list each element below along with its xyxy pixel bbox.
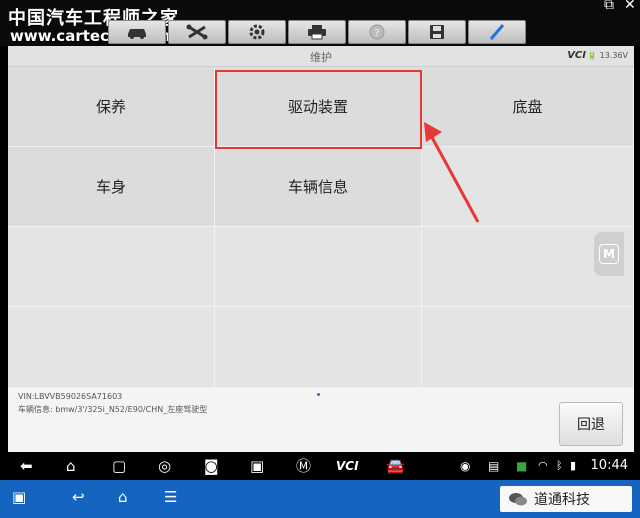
menu-cell-empty bbox=[8, 307, 215, 388]
menu-item-vehicle-info[interactable]: 车辆信息 bbox=[215, 147, 422, 227]
vehicle-info-text: 车辆信息: bmw/3'/325i_N52/E90/CHN_左座驾驶型 bbox=[18, 405, 208, 414]
gear-icon bbox=[249, 24, 265, 40]
camera-icon[interactable]: ◙ bbox=[204, 457, 219, 475]
system-navbar: ⬅ ⌂ ▢ ◎ ◙ ▣ Ⓜ VCI 🚘 ◉ ▤ ■ ◠ ᛒ ▮ 10:44 bbox=[0, 452, 640, 480]
toolbar-print-button[interactable] bbox=[288, 20, 346, 44]
back-button[interactable]: 回退 bbox=[559, 402, 623, 446]
toolbar-car-button[interactable] bbox=[108, 20, 166, 44]
menu-item-label: 保养 bbox=[95, 98, 126, 116]
recent-apps-icon[interactable]: ▢ bbox=[112, 457, 126, 475]
page-indicator-dot bbox=[317, 393, 320, 396]
vci-connected-icon: ■ bbox=[516, 459, 528, 473]
annotation-arrow-icon bbox=[424, 122, 480, 223]
car-icon bbox=[128, 29, 146, 39]
menu-item-body[interactable]: 车身 bbox=[8, 147, 215, 227]
wechat-watermark: 道通科技 bbox=[500, 486, 632, 512]
browser-icon[interactable]: ◎ bbox=[158, 457, 171, 475]
m-icon: M bbox=[599, 244, 619, 264]
close-icon[interactable]: ✕ bbox=[624, 0, 636, 13]
screenshot-icon[interactable]: ▣ bbox=[250, 457, 264, 475]
phone-menu-icon[interactable]: ☰ bbox=[164, 488, 177, 506]
toolbar-wrench-button[interactable] bbox=[168, 20, 226, 44]
home-icon[interactable]: ⌂ bbox=[66, 457, 76, 475]
toolbar-help-button[interactable]: ? bbox=[348, 20, 406, 44]
toolbar-settings-button[interactable] bbox=[228, 20, 286, 44]
save-icon bbox=[430, 25, 444, 39]
menu-grid: 保养 驱动装置 底盘 车身 车辆信息 bbox=[8, 67, 634, 388]
menu-cell-empty bbox=[215, 307, 422, 388]
toolbar-save-button[interactable] bbox=[408, 20, 466, 44]
back-arrow-icon[interactable]: ⬅ bbox=[20, 457, 33, 475]
phone-home-icon[interactable]: ⌂ bbox=[118, 488, 128, 506]
menu-item-label: 车身 bbox=[95, 178, 126, 196]
app-screen: 维护 VCI 🔋 13.36V 保养 驱动装置 底盘 车身 车辆信息 VIN:L… bbox=[8, 46, 634, 464]
toolbar-pen-button[interactable] bbox=[468, 20, 526, 44]
menu-item-label: 底盘 bbox=[512, 98, 543, 116]
menu-item-drivetrain[interactable]: 驱动装置 bbox=[215, 67, 422, 147]
menu-item-label: 车辆信息 bbox=[287, 178, 348, 196]
printer-icon bbox=[308, 25, 326, 40]
restore-icon[interactable]: ⧉ bbox=[604, 0, 614, 13]
svg-text:?: ? bbox=[374, 28, 379, 39]
cast-icon: ▤ bbox=[488, 459, 500, 473]
floating-m-button[interactable]: M bbox=[594, 232, 624, 276]
app-icon[interactable]: ▣ bbox=[12, 488, 26, 506]
vci-status-icon: VCI bbox=[567, 50, 586, 61]
window-controls: ⧉ ✕ bbox=[596, 0, 640, 14]
maxisys-icon[interactable]: Ⓜ bbox=[296, 457, 311, 475]
bluetooth-icon: ᛒ bbox=[556, 459, 563, 472]
wechat-name: 道通科技 bbox=[534, 492, 590, 508]
top-toolbar: 中国汽车工程师之家 www.cartech8.com ? ⧉ ✕ bbox=[0, 0, 640, 46]
battery-icon: ▮ bbox=[570, 459, 577, 472]
menu-cell-empty bbox=[215, 227, 422, 307]
phone-back-icon[interactable]: ↩ bbox=[72, 488, 85, 506]
wechat-icon bbox=[509, 493, 527, 506]
vin-text: VIN:LBVVB59026SA71603 bbox=[18, 392, 123, 401]
help-icon: ? bbox=[369, 24, 385, 40]
menu-item-label: 驱动装置 bbox=[287, 98, 348, 116]
vci-icon[interactable]: VCI bbox=[336, 457, 359, 475]
clock: 10:44 bbox=[590, 458, 628, 473]
pen-icon bbox=[489, 24, 505, 40]
car-shortcut-icon[interactable]: 🚘 bbox=[386, 457, 405, 475]
menu-cell-empty bbox=[8, 227, 215, 307]
screen-title: 维护 bbox=[310, 51, 332, 64]
wrench-icon bbox=[186, 24, 208, 40]
battery-voltage: 🔋 13.36V bbox=[587, 51, 628, 60]
screen-titlebar: 维护 VCI 🔋 13.36V bbox=[8, 46, 634, 67]
menu-cell-empty bbox=[422, 307, 634, 388]
wifi-icon: ◠ bbox=[538, 459, 548, 472]
menu-item-maintenance[interactable]: 保养 bbox=[8, 67, 215, 147]
eye-icon: ◉ bbox=[460, 459, 471, 473]
